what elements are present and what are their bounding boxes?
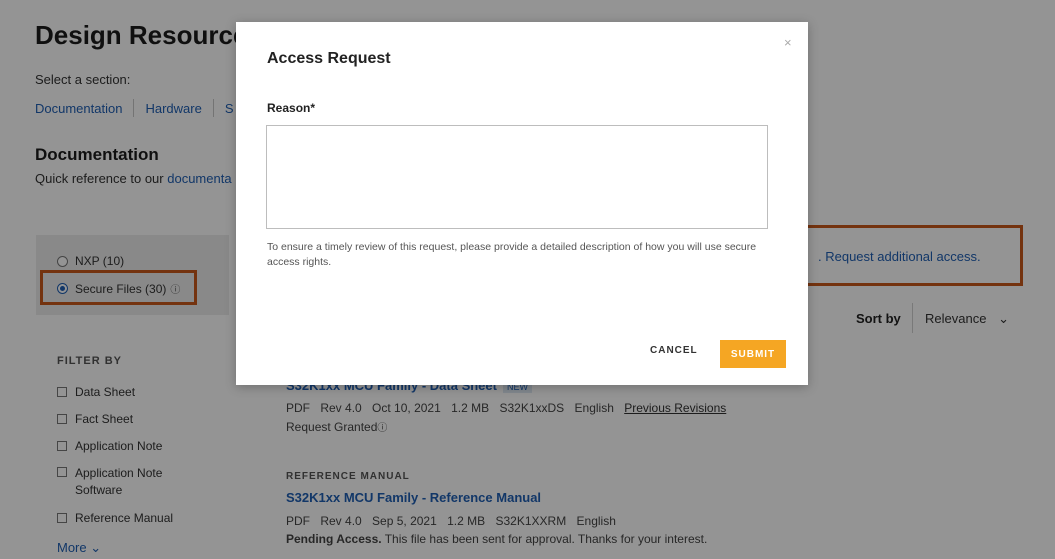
access-request-modal: Access Request × Reason* To ensure a tim… xyxy=(236,22,808,385)
close-icon[interactable]: × xyxy=(784,35,792,50)
submit-button[interactable]: SUBMIT xyxy=(720,340,786,368)
cancel-button[interactable]: CANCEL xyxy=(650,345,698,356)
modal-title: Access Request xyxy=(267,50,391,67)
reason-help-text: To ensure a timely review of this reques… xyxy=(267,241,757,268)
reason-label: Reason* xyxy=(267,101,316,115)
reason-textarea[interactable] xyxy=(266,125,768,229)
